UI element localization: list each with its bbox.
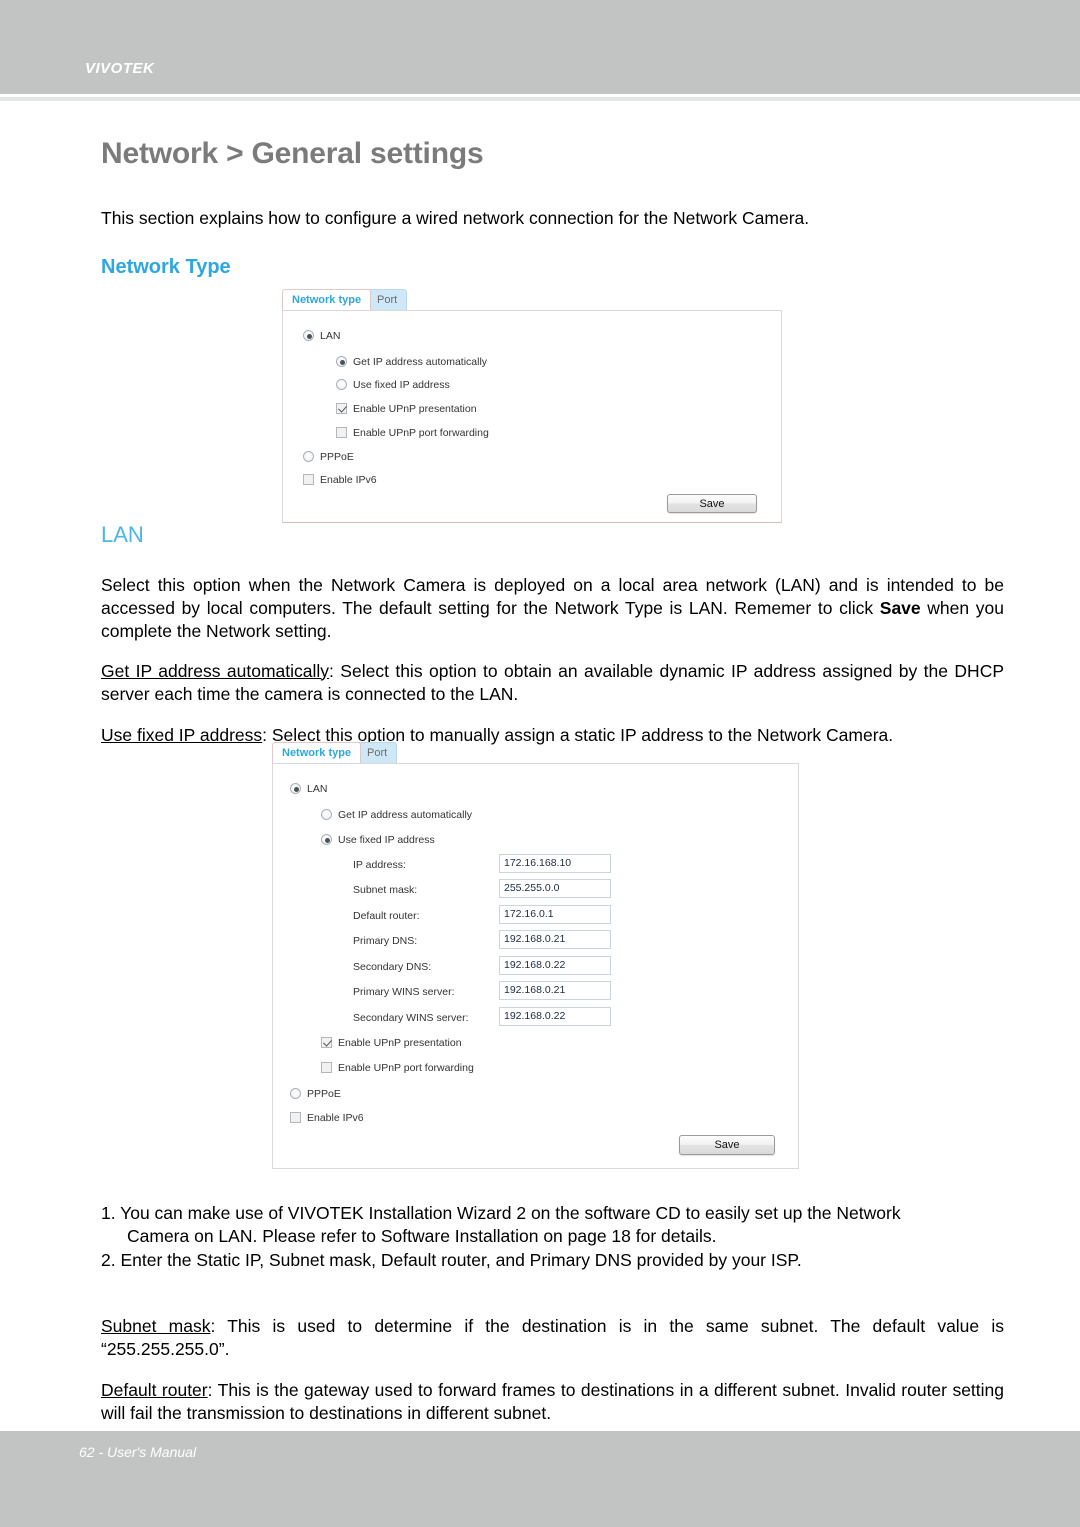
step-1: 1. You can make use of VIVOTEK Installat… — [101, 1202, 901, 1223]
checkbox-unchecked-icon[interactable] — [321, 1062, 332, 1073]
widget2-field-label-subnet-mask: Subnet mask: — [353, 884, 418, 896]
radio-off-icon[interactable] — [303, 451, 314, 462]
radio-off-icon[interactable] — [290, 1088, 301, 1099]
paragraph-lan-save-emphasis: Save — [879, 597, 921, 618]
term-get-ip-auto: Get IP address automatically — [101, 660, 330, 681]
paragraph-default-router-body: : This is the gateway used to forward fr… — [101, 1379, 1005, 1423]
widget2-field-input-subnet-mask[interactable]: 255.255.0.0 — [499, 879, 611, 898]
widget2-field-input-secondary-wins[interactable]: 192.168.0.22 — [499, 1007, 611, 1026]
widget2-field-input-primary-dns[interactable]: 192.168.0.21 — [499, 930, 611, 949]
widget2-field-label-default-router: Default router: — [353, 910, 420, 922]
widget2-option-pppoe[interactable]: PPPoE — [290, 1088, 341, 1100]
radio-off-icon[interactable] — [336, 379, 347, 390]
paragraph-lan: Select this option when the Network Came… — [101, 574, 1004, 644]
widget1-label-get-ip-auto: Get IP address automatically — [353, 356, 488, 368]
widget2-field-input-default-router[interactable]: 172.16.0.1 — [499, 905, 611, 924]
widget1-label-use-fixed-ip: Use fixed IP address — [353, 379, 450, 391]
widget2-tab-port[interactable]: Port — [357, 742, 398, 763]
widget1-option-pppoe[interactable]: PPPoE — [303, 451, 354, 463]
widget1-label-pppoe: PPPoE — [320, 451, 354, 463]
screenshot-network-type-dhcp: Network type Port LAN Get IP address aut… — [282, 289, 782, 523]
widget2-field-input-secondary-dns[interactable]: 192.168.0.22 — [499, 956, 611, 975]
paragraph-steps: 1. You can make use of VIVOTEK Installat… — [101, 1202, 1004, 1273]
widget1-label-lan: LAN — [320, 330, 341, 342]
step-1-continuation: Camera on LAN. Please refer to Software … — [127, 1226, 717, 1247]
checkbox-checked-icon[interactable] — [321, 1037, 332, 1048]
widget2-label-use-fixed-ip: Use fixed IP address — [338, 834, 435, 846]
widget2-option-get-ip-auto[interactable]: Get IP address automatically — [321, 809, 472, 821]
step-2: 2. Enter the Static IP, Subnet mask, Def… — [101, 1249, 802, 1270]
widget2-option-use-fixed-ip[interactable]: Use fixed IP address — [321, 834, 435, 846]
paragraph-default-router: Default router: This is the gateway used… — [101, 1379, 1004, 1426]
page-title: Network > General settings — [101, 137, 484, 170]
widget2-option-upnp-port-forwarding[interactable]: Enable UPnP port forwarding — [321, 1062, 474, 1074]
checkbox-checked-icon[interactable] — [336, 403, 347, 414]
radio-off-icon[interactable] — [321, 809, 332, 820]
widget2-field-label-primary-dns: Primary DNS: — [353, 935, 418, 947]
widget1-tab-network-type[interactable]: Network type — [282, 289, 372, 310]
page-header-band: VIVOTEK — [0, 0, 1080, 94]
widget2-field-input-primary-wins[interactable]: 192.168.0.21 — [499, 981, 611, 1000]
checkbox-unchecked-icon[interactable] — [303, 474, 314, 485]
widget1-option-enable-ipv6[interactable]: Enable IPv6 — [303, 474, 377, 486]
widget2-option-enable-ipv6[interactable]: Enable IPv6 — [290, 1112, 364, 1124]
brand-logo: VIVOTEK — [85, 60, 155, 77]
widget2-option-lan[interactable]: LAN — [290, 783, 327, 795]
widget1-option-upnp-port-forwarding[interactable]: Enable UPnP port forwarding — [336, 427, 489, 439]
widget2-save-button[interactable]: Save — [679, 1135, 775, 1155]
radio-on-icon[interactable] — [321, 834, 332, 845]
widget2-label-upnp-port-forwarding: Enable UPnP port forwarding — [338, 1062, 474, 1074]
footer-page-label: 62 - User's Manual — [79, 1444, 197, 1460]
section-heading-lan: LAN — [101, 522, 144, 547]
widget1-label-upnp-presentation: Enable UPnP presentation — [353, 403, 477, 415]
widget2-tab-bar: Network type Port — [272, 742, 799, 763]
widget2-field-input-ip-address[interactable]: 172.16.168.10 — [499, 854, 611, 873]
widget2-field-label-primary-wins: Primary WINS server: — [353, 986, 455, 998]
widget1-option-upnp-presentation[interactable]: Enable UPnP presentation — [336, 403, 477, 415]
widget1-tab-bar: Network type Port — [282, 289, 782, 310]
paragraph-lan-text-a: Select this option when the Network Came… — [101, 574, 1004, 618]
widget2-field-label-secondary-dns: Secondary DNS: — [353, 961, 432, 973]
radio-on-icon[interactable] — [336, 356, 347, 367]
widget2-tab-network-type[interactable]: Network type — [272, 742, 362, 763]
widget2-label-upnp-presentation: Enable UPnP presentation — [338, 1037, 462, 1049]
widget2-panel: LAN Get IP address automatically Use fix… — [272, 763, 799, 1169]
widget2-field-label-ip-address: IP address: — [353, 859, 406, 871]
widget1-label-upnp-port-forwarding: Enable UPnP port forwarding — [353, 427, 489, 439]
paragraph-subnet-mask: Subnet mask: This is used to determine i… — [101, 1315, 1004, 1362]
screenshot-network-type-static-ip: Network type Port LAN Get IP address aut… — [272, 742, 799, 1169]
widget1-panel: LAN Get IP address automatically Use fix… — [282, 310, 782, 523]
document-body: Network > General settings This section … — [0, 101, 1080, 1431]
term-subnet-mask: Subnet mask — [101, 1315, 211, 1336]
intro-paragraph: This section explains how to configure a… — [101, 208, 810, 228]
paragraph-get-ip-auto: Get IP address automatically: Select thi… — [101, 660, 1004, 707]
paragraph-subnet-mask-body: : This is used to determine if the desti… — [101, 1315, 1004, 1359]
widget2-label-pppoe: PPPoE — [307, 1088, 341, 1100]
widget2-option-upnp-presentation[interactable]: Enable UPnP presentation — [321, 1037, 462, 1049]
section-heading-network-type: Network Type — [101, 256, 231, 278]
widget2-field-label-secondary-wins: Secondary WINS server: — [353, 1012, 469, 1024]
checkbox-unchecked-icon[interactable] — [336, 427, 347, 438]
widget2-label-get-ip-auto: Get IP address automatically — [338, 809, 473, 821]
radio-on-icon[interactable] — [303, 330, 314, 341]
checkbox-unchecked-icon[interactable] — [290, 1112, 301, 1123]
term-default-router: Default router — [101, 1379, 208, 1400]
widget1-label-enable-ipv6: Enable IPv6 — [320, 474, 377, 486]
widget1-tab-port[interactable]: Port — [367, 289, 408, 310]
widget2-label-enable-ipv6: Enable IPv6 — [307, 1112, 364, 1124]
widget2-label-lan: LAN — [307, 783, 328, 795]
term-use-fixed-ip: Use fixed IP address — [101, 724, 263, 745]
widget1-option-get-ip-auto[interactable]: Get IP address automatically — [336, 356, 487, 368]
radio-on-icon[interactable] — [290, 783, 301, 794]
widget1-option-use-fixed-ip[interactable]: Use fixed IP address — [336, 379, 450, 391]
widget1-save-button[interactable]: Save — [667, 494, 757, 513]
widget1-option-lan[interactable]: LAN — [303, 330, 340, 342]
